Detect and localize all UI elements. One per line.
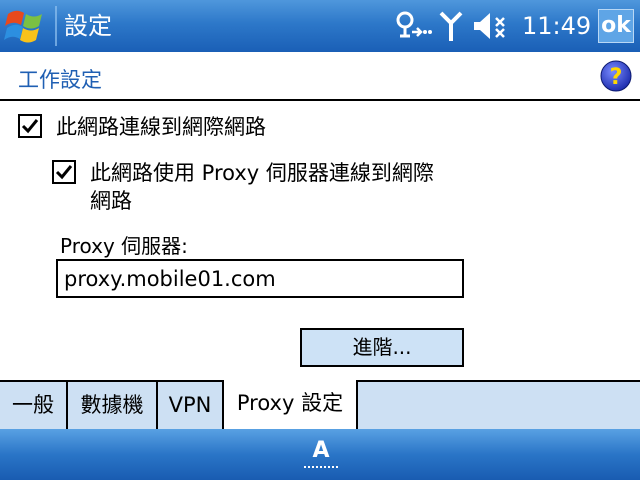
windows-start-icon[interactable] (4, 6, 52, 46)
volume-muted-icon[interactable] (470, 9, 508, 43)
svg-text:?: ? (610, 65, 623, 90)
input-panel-underline (304, 464, 338, 468)
checkmark-icon (21, 119, 39, 134)
tab-bar: 一般 數據機 VPN Proxy 設定 (0, 380, 640, 429)
connect-internet-checkbox[interactable] (18, 114, 42, 138)
connect-internet-label: 此網路連線到網際網路 (56, 115, 266, 139)
use-proxy-label-line1: 此網路使用 Proxy 伺服器連線到網際 (90, 161, 434, 185)
page-header: 工作設定 (0, 52, 640, 101)
use-proxy-label-line2: 網路 (90, 189, 132, 213)
checkmark-icon (55, 165, 73, 180)
proxy-server-input[interactable]: proxy.mobile01.com (56, 259, 464, 298)
proxy-server-label: Proxy 伺服器: (60, 234, 188, 258)
tab-vpn[interactable]: VPN (158, 382, 224, 429)
connectivity-icon[interactable] (392, 9, 432, 43)
page-title: 工作設定 (18, 68, 102, 92)
clock[interactable]: 11:49 (522, 10, 591, 42)
use-proxy-checkbox[interactable] (52, 160, 76, 184)
signal-icon[interactable] (438, 9, 464, 43)
title-separator (55, 6, 57, 46)
window-title: 設定 (64, 12, 112, 40)
ok-button[interactable]: ok (598, 9, 634, 43)
tab-proxy-settings[interactable]: Proxy 設定 (224, 380, 358, 429)
tab-general[interactable]: 一般 (0, 382, 68, 429)
help-icon[interactable]: ? (600, 60, 632, 92)
title-bar: 設定 11:49 ok (0, 0, 640, 52)
status-icons (392, 8, 508, 44)
tab-modem[interactable]: 數據機 (68, 382, 158, 429)
advanced-button[interactable]: 進階... (300, 328, 464, 367)
